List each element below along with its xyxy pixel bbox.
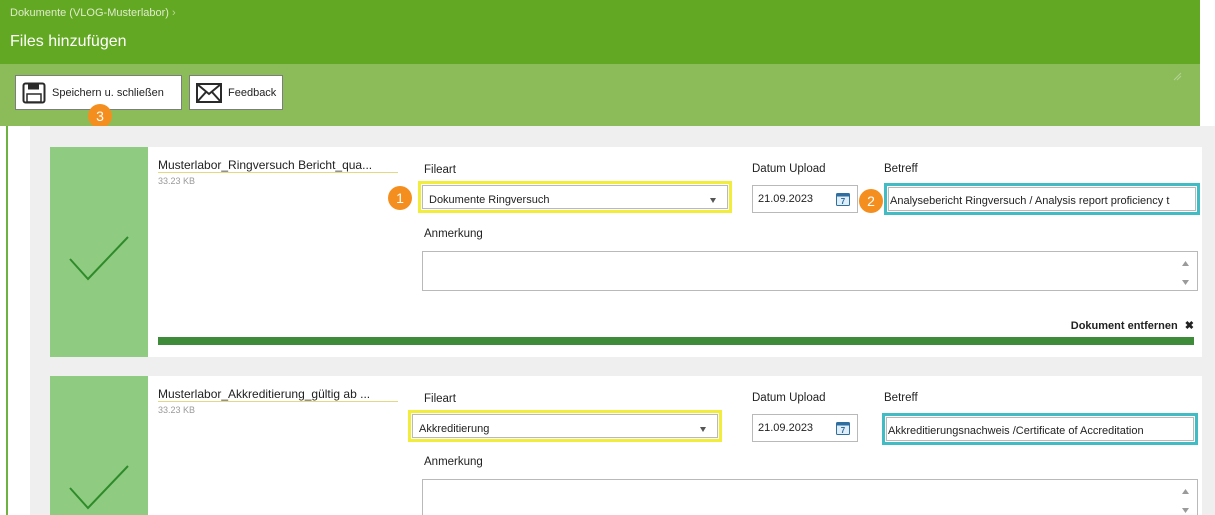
betreff-label: Betreff <box>884 163 918 175</box>
datum-upload-field[interactable]: 21.09.2023 7 <box>752 185 858 213</box>
file-name: Musterlabor_Akkreditierung_gültig ab ... <box>158 387 371 401</box>
header: Dokumente (VLOG-Musterlabor) › Files hinz… <box>0 0 1200 64</box>
anmerkung-label: Anmerkung <box>424 228 483 240</box>
fileart-value: Dokumente Ringversuch <box>429 194 550 206</box>
fileart-value: Akkreditierung <box>419 423 490 435</box>
file-name: Musterlabor_Ringversuch Bericht_qua... <box>158 158 373 172</box>
app-window: Dokumente (VLOG-Musterlabor) › Files hinz… <box>0 0 1215 515</box>
breadcrumb[interactable]: Dokumente (VLOG-Musterlabor) › <box>10 7 176 19</box>
step-badge-2: 2 <box>859 189 883 213</box>
resize-grip-icon[interactable] <box>1173 72 1182 81</box>
file-card: Musterlabor_Ringversuch Bericht_qua... 3… <box>50 147 1202 357</box>
chevron-down-icon <box>710 198 716 203</box>
datum-upload-field[interactable]: 21.09.2023 7 <box>752 414 858 442</box>
scroll-arrows-icon[interactable] <box>1181 258 1190 288</box>
file-size: 33.23 KB <box>158 176 196 186</box>
fileart-select[interactable]: Dokumente Ringversuch <box>418 181 732 213</box>
anmerkung-label: Anmerkung <box>424 456 483 468</box>
betreff-input[interactable]: Akkreditierungsnachweis /Certificate of … <box>882 413 1198 445</box>
svg-text:7: 7 <box>841 426 846 435</box>
file-name-underline <box>158 172 398 173</box>
file-size: 33.23 KB <box>158 405 196 415</box>
toolbar: Speichern u. schließen Feedback <box>0 64 1200 126</box>
page-title: Files hinzufügen <box>10 33 127 50</box>
check-icon <box>69 236 129 281</box>
step-badge-3: 3 <box>88 104 112 128</box>
betreff-input[interactable]: Analysebericht Ringversuch / Analysis re… <box>884 183 1200 215</box>
upload-status-panel <box>50 376 148 515</box>
datum-upload-label: Datum Upload <box>752 163 826 175</box>
upload-progress-bar <box>158 337 1194 345</box>
datum-upload-value: 21.09.2023 <box>758 193 814 205</box>
remove-document-button[interactable]: Dokument entfernen ✖ <box>1071 319 1194 332</box>
step-badge-1: 1 <box>388 186 412 210</box>
upload-status-panel <box>50 147 148 357</box>
left-accent-bar <box>6 126 8 515</box>
breadcrumb-separator: › <box>171 7 176 19</box>
feedback-button[interactable]: Feedback <box>189 75 283 110</box>
file-name-underline <box>158 401 398 402</box>
file-card: Musterlabor_Akkreditierung_gültig ab ...… <box>50 376 1202 515</box>
remove-document-label: Dokument entfernen <box>1070 320 1178 332</box>
close-icon: ✖ <box>1184 320 1194 332</box>
calendar-icon[interactable]: 7 <box>836 193 850 206</box>
scroll-arrows-icon[interactable] <box>1181 486 1190 515</box>
envelope-icon <box>196 82 222 103</box>
upload-progress-fill <box>158 337 1194 345</box>
breadcrumb-link[interactable]: Dokumente (VLOG-Musterlabor) <box>10 7 169 19</box>
feedback-label: Feedback <box>228 86 277 99</box>
betreff-value: Analysebericht Ringversuch / Analysis re… <box>890 195 1170 207</box>
chevron-down-icon <box>700 427 706 432</box>
fileart-label: Fileart <box>424 164 456 176</box>
save-close-label: Speichern u. schließen <box>52 86 164 99</box>
anmerkung-textarea[interactable] <box>422 251 1198 291</box>
save-icon <box>22 82 46 103</box>
datum-upload-value: 21.09.2023 <box>758 422 814 434</box>
content-area: Musterlabor_Ringversuch Bericht_qua... 3… <box>0 126 1215 515</box>
fileart-label: Fileart <box>424 393 456 405</box>
betreff-value: Akkreditierungsnachweis /Certificate of … <box>888 425 1144 437</box>
datum-upload-label: Datum Upload <box>752 392 826 404</box>
fileart-select[interactable]: Akkreditierung <box>408 410 722 442</box>
calendar-icon[interactable]: 7 <box>836 422 850 435</box>
anmerkung-textarea[interactable] <box>422 479 1198 515</box>
betreff-label: Betreff <box>884 392 918 404</box>
svg-text:7: 7 <box>841 197 846 206</box>
check-icon <box>69 465 129 510</box>
